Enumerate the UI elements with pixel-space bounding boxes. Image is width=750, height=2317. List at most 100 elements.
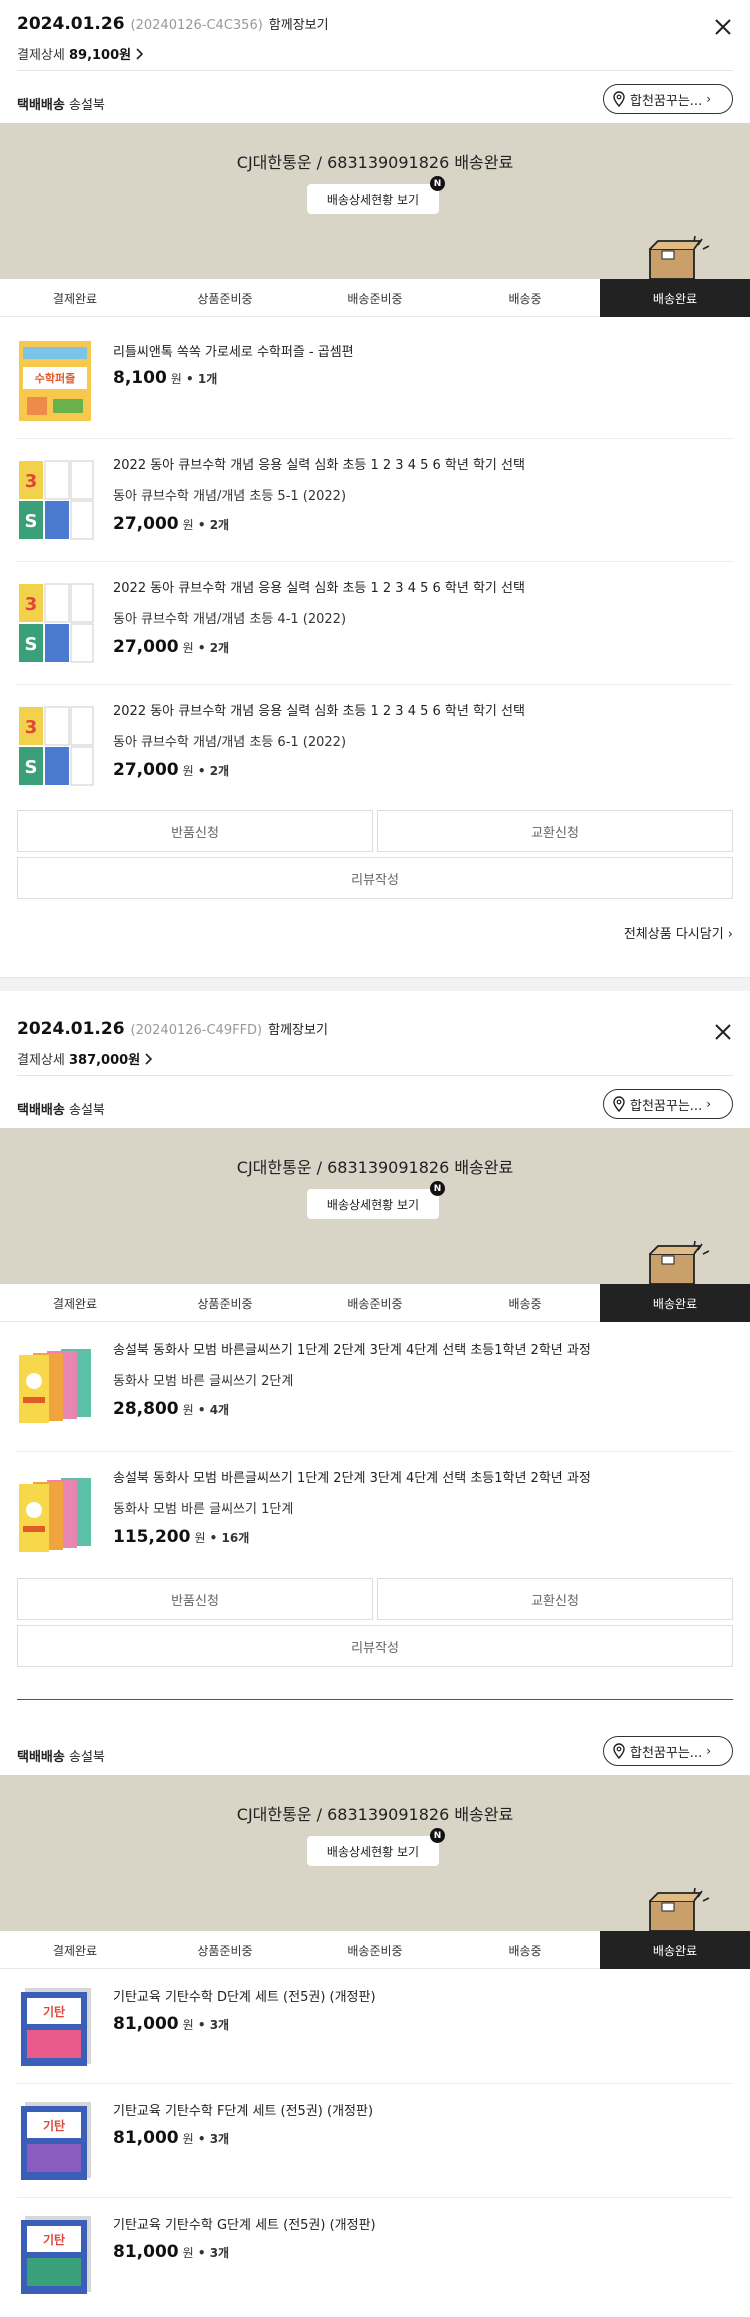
close-icon[interactable]	[712, 16, 734, 38]
new-badge: N	[430, 1181, 445, 1196]
location-pin-icon	[613, 1743, 625, 1759]
chevron-right-icon: ›	[706, 1097, 712, 1111]
price-unit: 원	[194, 1531, 206, 1545]
list-item[interactable]: 기탄 기탄교육 기탄수학 D단계 세트 (전5권) (개정판) 81,000 원 …	[0, 1970, 750, 2084]
reorder-all-link[interactable]: 전체상품 다시담기 ›	[624, 923, 733, 942]
step-payment-complete: 결제완료	[52, 1943, 98, 1958]
product-option: 동화사 모범 바른 글씨쓰기 1단계	[113, 1502, 294, 1517]
svg-text:기탄: 기탄	[43, 2232, 65, 2247]
new-badge: N	[430, 176, 445, 191]
location-pin-icon	[613, 91, 625, 107]
payment-detail-link[interactable]: 결제상세 89,100원	[17, 44, 144, 63]
shipping-method: 택배배송	[17, 1103, 65, 1118]
section-separator	[0, 977, 750, 991]
step-preparing-shipment: 배송준비중	[347, 1943, 403, 1958]
payment-detail-label: 결제상세	[17, 48, 65, 63]
chevron-right-icon	[145, 1053, 153, 1065]
share-shopping-link[interactable]: 함께장보기	[268, 1023, 328, 1038]
price-unit: 원	[182, 2018, 194, 2032]
chevron-right-icon: ›	[727, 927, 733, 942]
item-list: 수학퍼즐 리틀씨앤톡 쏙쏙 가로세로 수학퍼즐 - 곱셈편 8,100 원 • 1…	[0, 318, 750, 786]
new-badge: N	[430, 1828, 445, 1843]
price-value: 81,000	[113, 2128, 179, 2148]
list-item[interactable]: 수학퍼즐 리틀씨앤톡 쏙쏙 가로세로 수학퍼즐 - 곱셈편 8,100 원 • 1…	[0, 318, 750, 438]
product-name: 2022 동아 큐브수학 개념 응용 실력 심화 초등 1 2 3 4 5 6 …	[113, 458, 525, 473]
product-name: 기탄교육 기탄수학 D단계 세트 (전5권) (개정판)	[113, 1990, 376, 2005]
order-date: 2024.01.26 (20240126-C49FFD) 함께장보기	[17, 1019, 328, 1039]
shipment-title: 택배배송 송설북	[17, 1099, 105, 1118]
svg-text:3: 3	[25, 594, 38, 615]
list-item[interactable]: 송설북 동화사 모범 바른글씨쓰기 1단계 2단계 3단계 4단계 선택 초등1…	[0, 1452, 750, 1574]
product-price: 8,100 원 • 1개	[113, 368, 218, 388]
place-button[interactable]: 합천꿈꾸는... ›	[603, 84, 733, 114]
place-button[interactable]: 합천꿈꾸는... ›	[603, 1736, 733, 1766]
list-item[interactable]: 송설북 동화사 모범 바른글씨쓰기 1단계 2단계 3단계 4단계 선택 초등1…	[0, 1323, 750, 1452]
list-item[interactable]: 3S 2022 동아 큐브수학 개념 응용 실력 심화 초등 1 2 3 4 5…	[0, 439, 750, 561]
seller-name: 송설북	[68, 1750, 105, 1765]
order-code: (20240126-C49FFD)	[130, 1023, 263, 1038]
write-review-button[interactable]: 리뷰작성	[17, 857, 733, 899]
product-name: 2022 동아 큐브수학 개념 응용 실력 심화 초등 1 2 3 4 5 6 …	[113, 704, 525, 719]
step-delivered: 배송완료	[600, 1284, 750, 1322]
return-request-button[interactable]: 반품신청	[17, 1578, 373, 1620]
payment-detail-link[interactable]: 결제상세 387,000원	[17, 1049, 153, 1068]
place-button[interactable]: 합천꿈꾸는... ›	[603, 1089, 733, 1119]
list-item[interactable]: 기탄 기탄교육 기탄수학 G단계 세트 (전5권) (개정판) 81,000 원 …	[0, 2198, 750, 2312]
price-value: 27,000	[113, 760, 179, 780]
order-header: 2024.01.26 (20240126-C4C356) 함께장보기 결제상세 89…	[0, 0, 750, 78]
svg-text:S: S	[25, 757, 38, 778]
product-name: 리틀씨앤톡 쏙쏙 가로세로 수학퍼즐 - 곱셈편	[113, 345, 354, 360]
delivery-detail-button[interactable]: 배송상세현황 보기	[307, 1836, 439, 1866]
product-thumbnail: 기탄	[21, 2216, 91, 2294]
divider	[17, 1699, 733, 1700]
delivery-box-icon	[649, 1887, 710, 1931]
step-preparing-shipment: 배송준비중	[347, 291, 403, 306]
quantity: 2개	[209, 764, 230, 778]
shipping-method: 택배배송	[17, 1750, 65, 1765]
step-in-transit: 배송중	[508, 1943, 542, 1958]
order-date-text: 2024.01.26	[17, 14, 125, 34]
list-item[interactable]: 3S 2022 동아 큐브수학 개념 응용 실력 심화 초등 1 2 3 4 5…	[0, 685, 750, 807]
product-name: 송설북 동화사 모범 바른글씨쓰기 1단계 2단계 3단계 4단계 선택 초등1…	[113, 1343, 591, 1358]
share-shopping-link[interactable]: 함께장보기	[269, 18, 329, 33]
divider	[17, 1075, 733, 1076]
list-item[interactable]: 기탄 기탄교육 기탄수학 F단계 세트 (전5권) (개정판) 81,000 원 …	[0, 2084, 750, 2198]
list-item[interactable]: 3S 2022 동아 큐브수학 개념 응용 실력 심화 초등 1 2 3 4 5…	[0, 562, 750, 684]
product-price: 81,000 원 • 3개	[113, 2128, 230, 2148]
shipment-title: 택배배송 송설북	[17, 1746, 105, 1765]
return-request-button[interactable]: 반품신청	[17, 810, 373, 852]
delivery-detail-button[interactable]: 배송상세현황 보기	[307, 1189, 439, 1219]
price-unit: 원	[182, 2246, 194, 2260]
close-icon[interactable]	[712, 1021, 734, 1043]
order-date-text: 2024.01.26	[17, 1019, 125, 1039]
svg-text:3: 3	[25, 471, 38, 492]
delivery-detail-button[interactable]: 배송상세현황 보기	[307, 184, 439, 214]
product-price: 81,000 원 • 3개	[113, 2242, 230, 2262]
svg-text:기탄: 기탄	[43, 2004, 65, 2019]
delivery-status-panel: CJ대한통운 / 683139091826 배송완료 배송상세현황 보기 N	[0, 123, 750, 279]
exchange-request-button[interactable]: 교환신청	[377, 1578, 733, 1620]
chevron-right-icon: ›	[706, 92, 712, 106]
quantity: 16개	[221, 1531, 250, 1545]
price-value: 81,000	[113, 2014, 179, 2034]
write-review-button[interactable]: 리뷰작성	[17, 1625, 733, 1667]
reorder-all-label: 전체상품 다시담기	[623, 927, 724, 942]
product-price: 27,000 원 • 2개	[113, 637, 230, 657]
chevron-right-icon: ›	[706, 1744, 712, 1758]
step-delivered: 배송완료	[600, 279, 750, 317]
chevron-right-icon	[136, 48, 144, 60]
exchange-request-button[interactable]: 교환신청	[377, 810, 733, 852]
step-preparing-product: 상품준비중	[197, 1943, 253, 1958]
step-preparing-product: 상품준비중	[197, 291, 253, 306]
delivery-status-panel: CJ대한통운 / 683139091826 배송완료 배송상세현황 보기 N	[0, 1775, 750, 1931]
payment-detail-label: 결제상세	[17, 1053, 65, 1068]
step-in-transit: 배송중	[508, 1296, 542, 1311]
product-thumbnail: 3S	[19, 706, 94, 786]
tracking-info: CJ대한통운 / 683139091826 배송완료	[236, 1805, 514, 1824]
price-unit: 원	[182, 518, 194, 532]
location-pin-icon	[613, 1096, 625, 1112]
price-value: 81,000	[113, 2242, 179, 2262]
price-unit: 원	[182, 764, 194, 778]
quantity: 3개	[209, 2246, 230, 2260]
order-code: (20240126-C4C356)	[130, 18, 263, 33]
